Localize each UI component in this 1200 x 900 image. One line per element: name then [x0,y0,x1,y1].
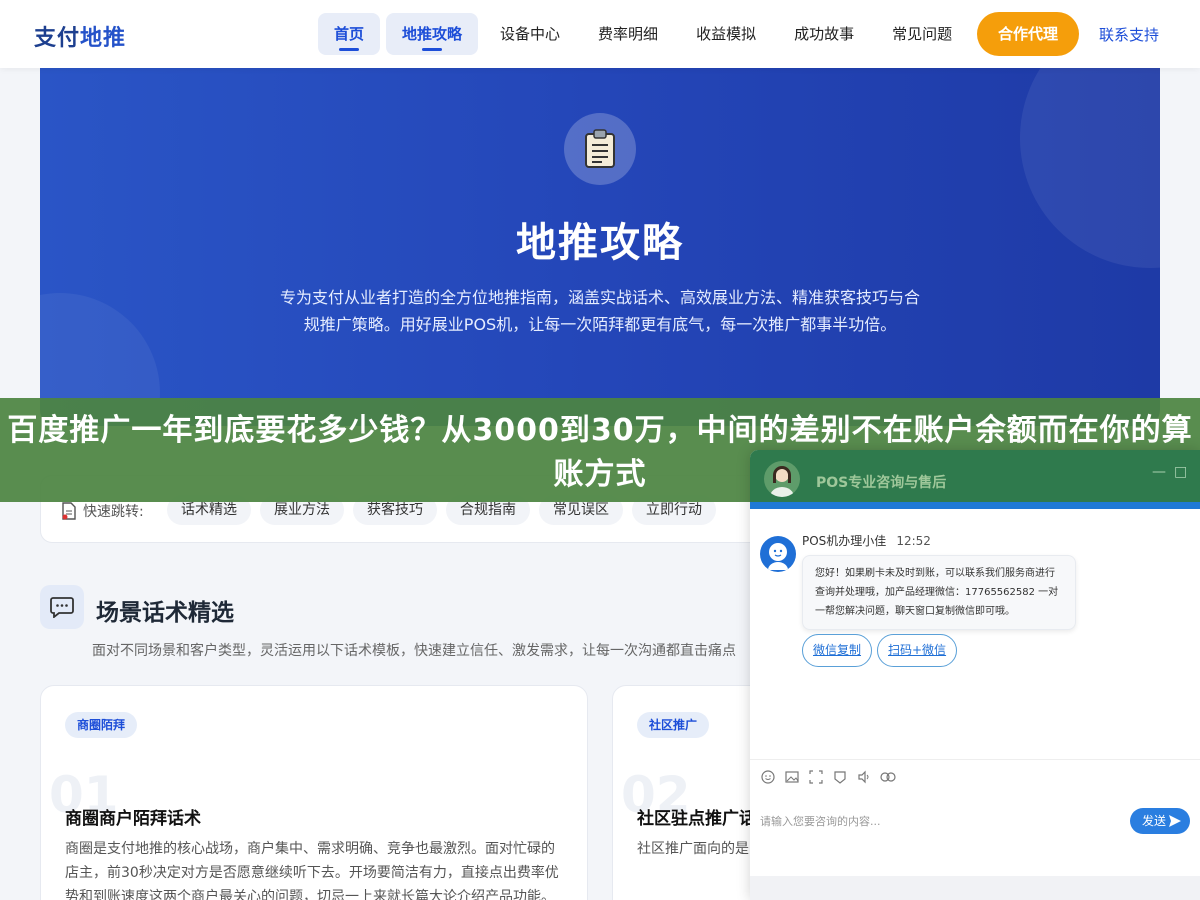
chat-title: POS专业咨询与售后 [816,475,947,491]
agent-name: POS机办理小佳 [802,534,887,548]
maximize-button[interactable]: □ [1174,464,1187,480]
send-arrow-icon [1169,815,1181,827]
nav-item-faq[interactable]: 常见问题 [876,13,968,55]
card-tag: 社区推广 [637,712,710,738]
chat-toolbar [750,759,1200,793]
copy-wechat-button[interactable]: 微信复制 [802,634,873,667]
top-navigation: 支付地推 首页 地推攻略 设备中心 费率明细 收益模拟 成功故事 常见问题 合作… [0,0,1200,68]
nav-item-devices[interactable]: 设备中心 [484,13,576,55]
partner-agent-button[interactable]: 合作代理 [977,12,1079,56]
card-tag: 商圈陌拜 [65,712,138,738]
agent-avatar-icon [760,536,796,572]
message-time: 12:52 [896,534,931,548]
card-text: 商圈是支付地推的核心战场，商户集中、需求明确、竞争也最激烈。面对忙碌的店主，前3… [65,841,559,900]
document-icon [62,502,76,520]
nav-item-earnings[interactable]: 收益模拟 [680,13,772,55]
quick-jump-label-text: 快速跳转: [83,504,144,520]
nav-item-rates[interactable]: 费率明细 [582,13,674,55]
chat-widget: POS专业咨询与售后 — □ POS机办理小佳 12:52 您好！如果刷卡未及时到… [750,450,1200,900]
quick-jump-label: 快速跳转: [61,501,144,521]
section-title: 场景话术精选 [96,600,234,626]
hero-banner: 地推攻略 专为支付从业者打造的全方位地推指南，涵盖实战话术、高效展业方法、精准获… [40,68,1160,426]
nav-item-home[interactable]: 首页 [318,13,381,55]
brand-part1: 支付 [34,26,81,51]
nav-item-stories[interactable]: 成功故事 [778,13,870,55]
scan-add-wechat-button[interactable]: 扫码+微信 [877,634,958,667]
clipboard-icon [564,113,636,185]
brand-part2: 地推 [80,26,127,51]
image-icon[interactable] [784,769,800,785]
message-bubble: 您好！如果刷卡未及时到账，可以联系我们服务商进行查询并处理哦，加产品经理微信：1… [802,555,1076,630]
rate-icon[interactable] [832,769,848,785]
nav-menu: 首页 地推攻略 设备中心 费率明细 收益模拟 成功故事 常见问题 [318,13,974,55]
link-icon[interactable] [880,769,896,785]
chat-header: POS专业咨询与售后 — □ [750,450,1200,502]
service-avatar-icon [764,461,800,497]
chat-bubble-icon [40,585,84,629]
contact-support-link[interactable]: 联系支持 [1099,24,1159,45]
voice-icon[interactable] [856,769,872,785]
page-title: 地推攻略 [516,220,684,266]
message-meta: POS机办理小佳 12:52 [802,532,931,549]
send-button-label: 发送 [1142,814,1167,828]
send-button[interactable]: 发送 [1130,808,1190,834]
chat-footer [750,876,1200,900]
section-description: 面对不同场景和客户类型，灵活运用以下话术模板，快速建立信任、激发需求，让每一次沟… [92,643,736,659]
chat-message-input[interactable] [760,801,1120,841]
emoji-icon[interactable] [760,769,776,785]
nav-item-guide[interactable]: 地推攻略 [386,13,479,55]
hero-description: 专为支付从业者打造的全方位地推指南，涵盖实战话术、高效展业方法、精准获客技巧与合… [280,288,921,334]
card-title: 商圈商户陌拜话术 [65,809,201,829]
chat-divider [750,502,1200,509]
screenshot-icon[interactable] [808,769,824,785]
script-card[interactable]: 商圈陌拜 01 商圈商户陌拜话术 商圈是支付地推的核心战场，商户集中、需求明确、… [40,685,588,900]
minimize-button[interactable]: — [1152,464,1166,480]
brand-logo[interactable]: 支付地推 [34,20,126,52]
